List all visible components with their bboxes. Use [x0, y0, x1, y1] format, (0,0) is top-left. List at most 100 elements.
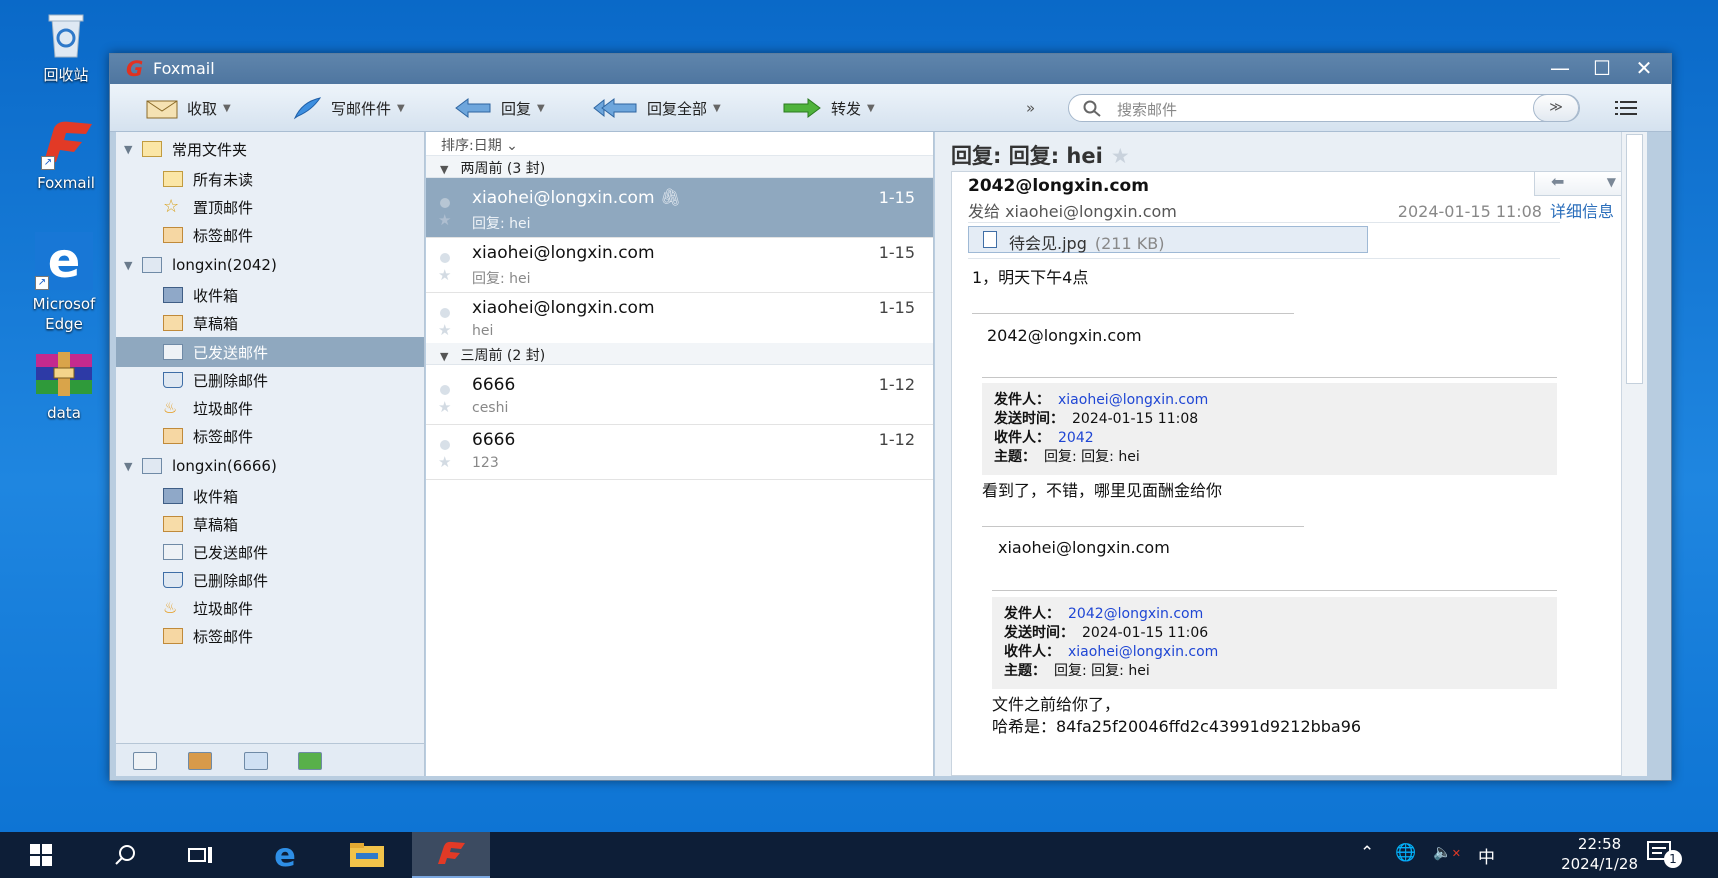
account-longxin-2042[interactable]: ▼ longxin(2042)	[116, 250, 424, 280]
show-hidden-icons-button[interactable]: ⌃	[1360, 843, 1374, 863]
folder-inbox[interactable]: 收件箱	[116, 481, 424, 511]
desktop-icon-edge[interactable]: e ↗ Microsof Edge	[19, 232, 109, 334]
contacts-icon[interactable]	[188, 752, 212, 770]
chevron-down-icon[interactable]: ▼	[223, 103, 231, 114]
folder-tagged[interactable]: 标签邮件	[116, 621, 424, 651]
folder-deleted[interactable]: 已删除邮件	[116, 565, 424, 595]
quote-to[interactable]: 2042	[1058, 430, 1094, 446]
scrollbar-thumb[interactable]	[1626, 134, 1643, 384]
quote-from[interactable]: 2042@longxin.com	[1068, 606, 1203, 622]
star-icon[interactable]: ★	[1111, 144, 1130, 168]
quote-to[interactable]: xiaohei@longxin.com	[1068, 644, 1218, 660]
junk-icon: ♨	[163, 598, 178, 617]
account-longxin-6666[interactable]: ▼ longxin(6666)	[116, 451, 424, 481]
message-row[interactable]: ★ xiaohei@longxin.com 1-15 回复: hei	[426, 233, 933, 293]
network-icon[interactable]: 🌐	[1395, 843, 1416, 863]
more-toolbar-button[interactable]: »	[1026, 93, 1035, 123]
sent-icon	[163, 544, 183, 560]
chevron-down-icon[interactable]: ▼	[713, 103, 721, 114]
task-view-button[interactable]	[172, 832, 230, 878]
folder-group-common[interactable]: ▼ 常用文件夹	[116, 134, 424, 164]
folder-junk[interactable]: ♨ 垃圾邮件	[116, 393, 424, 423]
compose-button[interactable]: 写邮件件 ▼	[292, 93, 405, 123]
volume-muted-icon[interactable]: 🔈✕	[1433, 843, 1461, 861]
message-from: 6666	[472, 430, 516, 450]
desktop-icon-label: data	[47, 404, 81, 422]
quote-from[interactable]: xiaohei@longxin.com	[1058, 392, 1208, 408]
folder-all-unread[interactable]: 所有未读	[116, 164, 424, 194]
mail-view-icon[interactable]	[133, 752, 157, 770]
chevron-down-icon[interactable]: ▼	[537, 103, 545, 114]
taskbar-file-explorer[interactable]	[338, 832, 396, 878]
unread-dot-icon[interactable]	[440, 440, 450, 450]
message-row[interactable]: ★ xiaohei@longxin.com 🖇 1-15 回复: hei	[426, 178, 933, 238]
folder-inbox[interactable]: 收件箱	[116, 280, 424, 310]
close-button[interactable]: ✕	[1623, 53, 1665, 83]
desktop-icon-data[interactable]: data	[19, 348, 109, 422]
star-icon[interactable]: ★	[438, 453, 451, 471]
minimize-button[interactable]: —	[1539, 53, 1581, 83]
taskbar-foxmail[interactable]	[412, 832, 490, 878]
folder-tagged[interactable]: 标签邮件	[116, 421, 424, 451]
vertical-scrollbar[interactable]	[1621, 132, 1647, 776]
search-input[interactable]: 搜索邮件	[1117, 99, 1177, 120]
star-icon[interactable]: ★	[438, 398, 451, 416]
unread-dot-icon[interactable]	[440, 253, 450, 263]
group-header[interactable]: ▼ 两周前 (3 封)	[426, 156, 933, 178]
desktop-icon-recycle-bin[interactable]: 回收站	[21, 8, 111, 85]
edge-icon: e	[274, 836, 296, 874]
folder-tagged[interactable]: 标签邮件	[116, 220, 424, 250]
attachment-chip[interactable]: 待会见.jpg (211 KB)	[968, 226, 1368, 253]
notification-center-button[interactable]: 1	[1646, 840, 1682, 873]
sender-address[interactable]: 2042@longxin.com	[968, 176, 1149, 196]
reply-button[interactable]: 回复 ▼	[454, 93, 545, 123]
unread-dot-icon[interactable]	[440, 198, 450, 208]
folder-pinned[interactable]: ☆ 置顶邮件	[116, 192, 424, 222]
star-icon[interactable]: ★	[438, 321, 451, 339]
collapse-triangle-icon[interactable]: ▼	[124, 259, 136, 272]
notes-icon[interactable]	[298, 752, 322, 770]
clock[interactable]: 22:58 2024/1/28	[1561, 834, 1638, 874]
reply-all-button[interactable]: 回复全部 ▼	[592, 93, 721, 123]
calendar-icon[interactable]	[244, 752, 268, 770]
message-row[interactable]: ★ 6666 1-12 123	[426, 420, 933, 480]
message-row[interactable]: ★ xiaohei@longxin.com 1-15 hei	[426, 288, 933, 348]
quick-reply-button[interactable]: ⬅ ▼	[1534, 172, 1630, 196]
message-list: 排序:日期 ⌄ ▼ 两周前 (3 封) ★ xiaohei@longxin.com…	[426, 132, 934, 776]
folder-drafts[interactable]: 草稿箱	[116, 509, 424, 539]
desktop-icon-foxmail[interactable]: ↗ Foxmail	[21, 118, 111, 192]
collapse-triangle-icon[interactable]: ▼	[124, 460, 136, 473]
reply-arrow-icon: ⬅	[1551, 172, 1565, 191]
unread-dot-icon[interactable]	[440, 308, 450, 318]
folder-deleted[interactable]: 已删除邮件	[116, 365, 424, 395]
shortcut-arrow-icon: ↗	[41, 156, 55, 170]
maximize-button[interactable]: ☐	[1581, 53, 1623, 83]
start-button[interactable]	[12, 832, 70, 878]
folder-drafts[interactable]: 草稿箱	[116, 308, 424, 338]
details-link[interactable]: 详细信息	[1550, 202, 1614, 221]
folder-sent[interactable]: 已发送邮件	[116, 537, 424, 567]
unread-dot-icon[interactable]	[440, 385, 450, 395]
collapse-triangle-icon[interactable]: ▼	[124, 143, 136, 156]
title-bar: G Foxmail — ☐ ✕	[110, 54, 1671, 84]
folder-sent[interactable]: 已发送邮件	[116, 337, 424, 367]
message-date: 1-15	[878, 298, 915, 317]
taskbar-edge[interactable]: e	[256, 832, 314, 878]
receive-button[interactable]: 收取 ▼	[146, 93, 231, 123]
search-options-button[interactable]: ≫	[1533, 94, 1579, 122]
chevron-down-icon[interactable]: ▼	[397, 103, 405, 114]
star-icon[interactable]: ★	[438, 266, 451, 284]
input-method-indicator[interactable]: 中	[1478, 843, 1495, 868]
folder-junk[interactable]: ♨ 垃圾邮件	[116, 593, 424, 623]
group-header[interactable]: ▼ 三周前 (2 封)	[426, 343, 933, 365]
chevron-down-icon[interactable]: ▼	[1607, 175, 1616, 189]
message-row[interactable]: ★ 6666 1-12 ceshi	[426, 365, 933, 425]
menu-icon[interactable]	[1615, 99, 1637, 117]
star-icon[interactable]: ★	[438, 211, 451, 229]
sort-dropdown[interactable]: 排序:日期 ⌄	[426, 132, 933, 156]
search-button[interactable]	[96, 832, 154, 878]
message-date: 1-12	[878, 375, 915, 394]
chevron-down-icon[interactable]: ▼	[867, 103, 875, 114]
search-box[interactable]: 搜索邮件 ≫	[1068, 94, 1580, 122]
forward-button[interactable]: 转发 ▼	[782, 93, 875, 123]
